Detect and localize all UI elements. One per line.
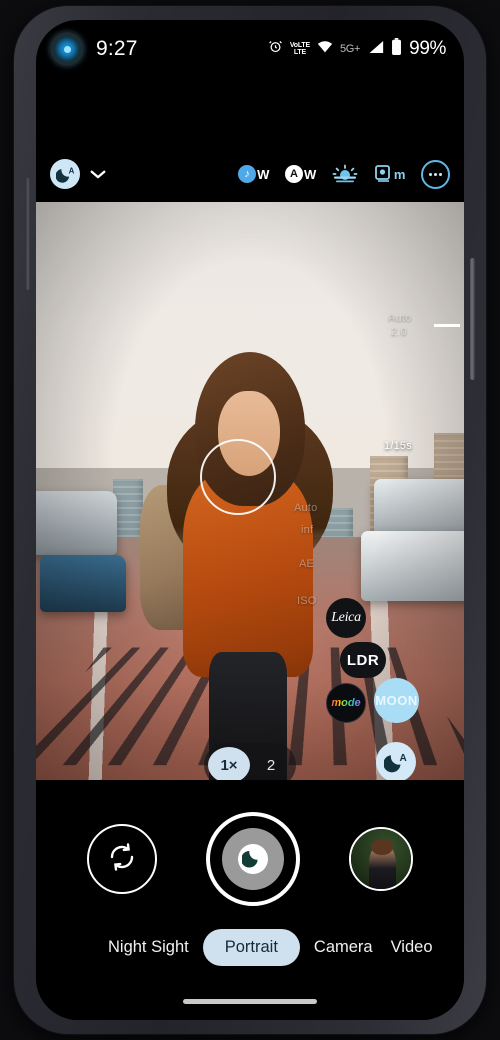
camera-flip-button[interactable] bbox=[86, 824, 157, 894]
camera-toolbar-left: A bbox=[50, 159, 107, 189]
photo-thumbnail bbox=[351, 829, 412, 889]
volume-button[interactable] bbox=[470, 258, 475, 380]
focus-distance-label: inf bbox=[301, 524, 314, 536]
shutter-speed-label: 1/15s bbox=[384, 440, 412, 452]
camera-mode-tabs[interactable]: Night Sight Portrait Camera Video bbox=[36, 922, 464, 972]
aperture-value-label: 2.0 bbox=[391, 326, 407, 338]
status-clock: 9:27 bbox=[96, 37, 138, 60]
network-type-label: 5G+ bbox=[339, 43, 361, 55]
phone-scene: 9:27 VoLTE LTE 5G+ 99% A ♪ W A W m Auto … bbox=[0, 0, 500, 1040]
moon-badge[interactable]: MOON bbox=[374, 678, 419, 723]
front-camera-punch-hole-icon bbox=[50, 32, 84, 66]
zoom-selector[interactable]: 1× 2 bbox=[204, 743, 296, 780]
phone-chassis: 9:27 VoLTE LTE 5G+ 99% A ♪ W A W m Auto … bbox=[14, 6, 486, 1034]
night-mode-auto-chip[interactable]: A bbox=[50, 159, 80, 189]
shutter-inner-ring bbox=[221, 828, 284, 890]
wifi-icon bbox=[317, 40, 333, 58]
camera-controls-row bbox=[36, 812, 464, 906]
alarm-clock-icon bbox=[268, 39, 283, 59]
phone-screen: 9:27 VoLTE LTE 5G+ 99% A ♪ W A W m Auto … bbox=[36, 20, 464, 1020]
gallery-thumbnail-button[interactable] bbox=[349, 827, 414, 891]
camera-viewfinder[interactable]: Auto 2.0 1/15s Auto inf AE ISO Leica LDR… bbox=[36, 202, 464, 780]
aperture-top-label: Auto bbox=[388, 312, 412, 324]
night-sight-round-button[interactable]: A bbox=[376, 742, 416, 780]
exposure-mode-label: AE bbox=[299, 558, 315, 570]
flash-badge: ♪ bbox=[238, 165, 257, 183]
battery-icon bbox=[391, 38, 402, 60]
awb-badge: A bbox=[284, 165, 303, 183]
camera-toolbar-right: ♪ W A W m bbox=[238, 159, 450, 189]
volte-indicator: VoLTE LTE bbox=[289, 41, 310, 57]
flash-w-icon[interactable]: ♪ W bbox=[238, 163, 269, 185]
tab-portrait[interactable]: Portrait bbox=[202, 928, 300, 966]
ldr-badge[interactable]: LDR bbox=[340, 642, 386, 678]
macro-flower-icon[interactable]: m bbox=[374, 163, 405, 185]
exposure-slider-bar[interactable] bbox=[434, 324, 460, 327]
mode-badge-label: mode bbox=[331, 697, 361, 709]
awb-icon[interactable]: A W bbox=[284, 163, 316, 185]
more-dots-icon[interactable] bbox=[421, 159, 450, 189]
macro-suffix-label: m bbox=[393, 166, 406, 182]
focus-ring-indicator bbox=[200, 439, 276, 515]
tab-night-sight[interactable]: Night Sight bbox=[104, 929, 193, 966]
flash-suffix-label: W bbox=[257, 166, 269, 182]
status-bar: 9:27 VoLTE LTE 5G+ 99% bbox=[36, 20, 464, 78]
tab-video[interactable]: Video bbox=[387, 929, 437, 966]
status-bar-right: VoLTE LTE 5G+ 99% bbox=[268, 38, 446, 60]
home-gesture-bar[interactable] bbox=[183, 999, 317, 1004]
iso-label: ISO bbox=[297, 595, 317, 607]
chevron-down-icon[interactable] bbox=[89, 165, 107, 183]
shutter-button[interactable] bbox=[205, 812, 300, 906]
camera-toolbar: A ♪ W A W m bbox=[36, 148, 464, 200]
sunset-scene-icon[interactable] bbox=[332, 163, 358, 185]
mode-badge[interactable]: mode bbox=[326, 683, 366, 723]
signal-bars-icon bbox=[367, 40, 384, 59]
shutter-core bbox=[237, 844, 268, 874]
moon-badge-label: MOON bbox=[375, 693, 418, 708]
zoom-chip-1x[interactable]: 1× bbox=[208, 747, 250, 780]
svg-text:A: A bbox=[400, 753, 407, 764]
camera-bottom-bar: Night Sight Portrait Camera Video bbox=[36, 780, 464, 1020]
battery-percent-label: 99% bbox=[409, 38, 446, 59]
power-button[interactable] bbox=[25, 178, 30, 290]
status-bar-left: 9:27 bbox=[50, 32, 138, 66]
svg-text:A: A bbox=[68, 166, 74, 175]
zoom-chip-2x[interactable]: 2 bbox=[250, 747, 292, 780]
moon-icon bbox=[241, 846, 264, 873]
focus-mode-label: Auto bbox=[294, 502, 318, 514]
awb-suffix-label: W bbox=[303, 166, 316, 182]
leica-badge[interactable]: Leica bbox=[326, 598, 366, 638]
camera-flip-icon bbox=[106, 841, 138, 878]
tab-camera[interactable]: Camera bbox=[310, 929, 377, 966]
